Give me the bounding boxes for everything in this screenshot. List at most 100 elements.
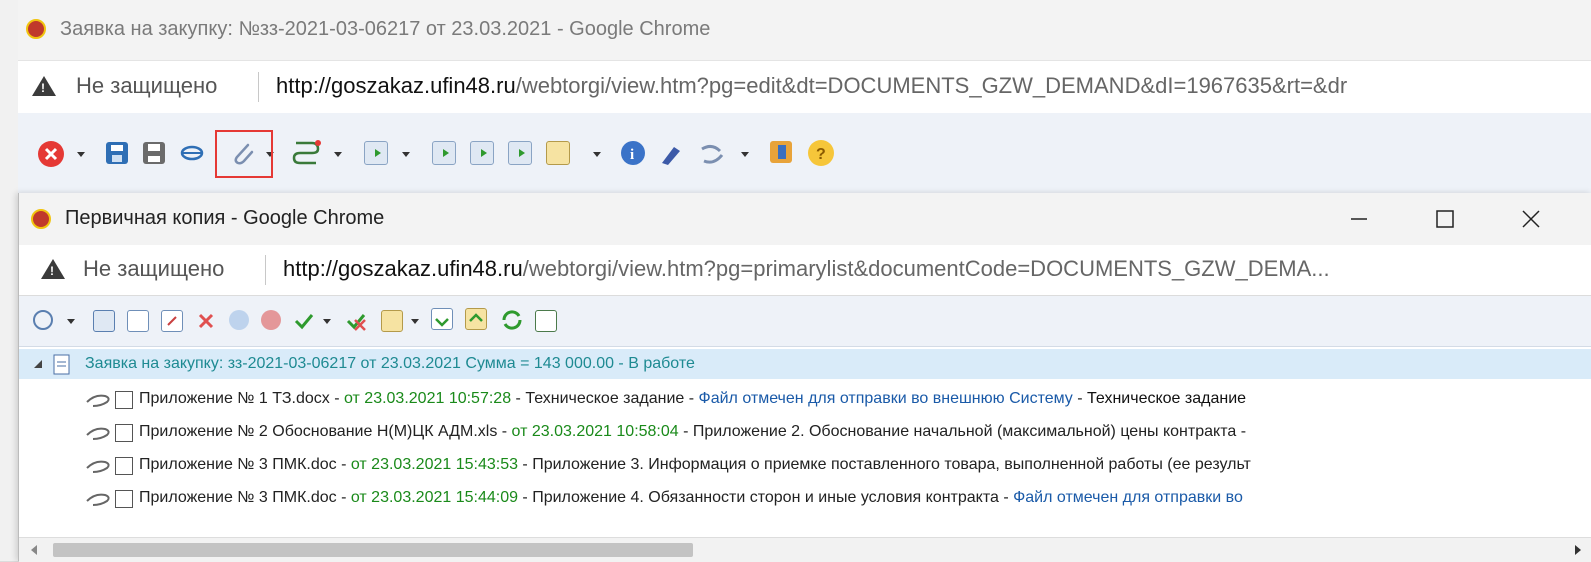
file-name: Приложение № 3 ПМК.doc (139, 456, 337, 473)
expand-table-icon[interactable] (535, 310, 557, 332)
separator: - (329, 390, 344, 407)
close-red-icon[interactable] (38, 141, 64, 167)
separator: - (517, 456, 533, 473)
tools-icon[interactable] (698, 141, 726, 167)
help-icon[interactable]: ? (808, 140, 834, 166)
security-label[interactable]: Не защищено (83, 256, 224, 282)
attachment-highlight-box (215, 130, 273, 178)
outer-address-bar[interactable]: Не защищено http://goszakaz.ufin48.ru/we… (18, 60, 1591, 114)
chevron-down-icon[interactable] (334, 152, 342, 157)
approve-check-icon[interactable] (293, 310, 315, 332)
tree-row[interactable]: Приложение № 3 ПМК.doc - от 23.03.2021 1… (19, 450, 1591, 480)
url-path: /webtorgi/view.htm?pg=edit&dt=DOCUMENTS_… (515, 73, 1348, 98)
separator: - (511, 390, 526, 407)
row-text[interactable]: Приложение № 2 Обоснование Н(М)ЦК АДМ.xl… (139, 417, 1246, 447)
file-name: Приложение № 1 ТЗ.docx (139, 390, 330, 407)
route-icon[interactable] (290, 137, 324, 167)
exit-door-icon[interactable] (770, 141, 792, 163)
url-host: http://goszakaz.ufin48.ru (276, 73, 516, 98)
chevron-down-icon[interactable] (323, 319, 331, 324)
chevron-down-icon[interactable] (402, 152, 410, 157)
inner-title-bar: Первичная копия - Google Chrome (19, 193, 1591, 245)
file-flag: Файл отмечен для отправки во внешнюю Сис… (698, 390, 1073, 407)
warning-icon[interactable] (32, 76, 56, 96)
security-label[interactable]: Не защищено (76, 73, 217, 99)
chevron-down-icon[interactable] (77, 152, 85, 157)
inner-address-bar[interactable]: Не защищено http://goszakaz.ufin48.ru/we… (19, 245, 1591, 296)
horizontal-scrollbar[interactable] (19, 537, 1591, 562)
view-document-icon[interactable] (93, 310, 115, 332)
document-forward-icon[interactable] (508, 141, 532, 165)
tree-root-row[interactable]: Заявка на закупку: зз-2021-03-06217 от 2… (19, 349, 1591, 379)
tree-row[interactable]: Приложение № 2 Обоснование Н(М)ЦК АДМ.xl… (19, 417, 1591, 447)
chevron-down-icon[interactable] (67, 319, 75, 324)
document-edit-icon[interactable] (546, 141, 570, 165)
file-name: Приложение № 2 Обоснование Н(М)ЦК АДМ.xl… (139, 423, 498, 440)
select-checkbox[interactable] (115, 424, 133, 442)
maximize-button[interactable] (1423, 201, 1467, 237)
tree-row[interactable]: Приложение № 1 ТЗ.docx - от 23.03.2021 1… (19, 384, 1591, 414)
inner-toolbar (19, 296, 1591, 347)
delete-icon[interactable] (195, 310, 217, 332)
scrollbar-thumb[interactable] (53, 543, 693, 557)
file-description: Техническое задание (525, 390, 685, 407)
separator: - (336, 456, 351, 473)
document-icon (53, 354, 70, 375)
outer-title-bar: Заявка на закупку: №зз-2021-03-06217 от … (18, 0, 1591, 60)
new-document-icon[interactable] (127, 310, 149, 332)
address-divider (258, 72, 259, 102)
separator: - (998, 489, 1014, 506)
outer-url[interactable]: http://goszakaz.ufin48.ru/webtorgi/view.… (276, 73, 1347, 99)
outer-window-title: Заявка на закупку: №зз-2021-03-06217 от … (60, 18, 711, 40)
document-export-icon[interactable] (364, 141, 388, 165)
edit-document-icon[interactable] (161, 310, 183, 332)
minimize-button[interactable] (1337, 201, 1381, 237)
document-forward-icon[interactable] (432, 141, 456, 165)
info-icon[interactable]: i (621, 141, 645, 165)
paperclip-icon (86, 394, 110, 407)
paperclip-icon (86, 493, 110, 506)
inner-url[interactable]: http://goszakaz.ufin48.ru/webtorgi/view.… (283, 256, 1330, 282)
url-path: /webtorgi/view.htm?pg=primarylist&docume… (522, 256, 1330, 281)
inner-browser-window: Первичная копия - Google Chrome Не защищ… (18, 193, 1591, 562)
paperclip-icon (86, 460, 110, 473)
reject-check-icon[interactable] (345, 310, 369, 332)
file-name: Приложение № 3 ПМК.doc (139, 489, 337, 506)
separator: - (497, 423, 512, 440)
file-description: Приложение 3. Информация о приемке поста… (532, 456, 1251, 473)
export-icon[interactable] (465, 308, 487, 330)
chevron-down-icon[interactable] (593, 152, 601, 157)
root-label[interactable]: Заявка на закупку: зз-2021-03-06217 от 2… (85, 349, 695, 379)
import-icon[interactable] (431, 308, 453, 330)
tree-row[interactable]: Приложение № 3 ПМК.doc - от 23.03.2021 1… (19, 483, 1591, 513)
select-checkbox[interactable] (115, 490, 133, 508)
chevron-down-icon[interactable] (741, 152, 749, 157)
paperclip-icon (86, 427, 110, 440)
scroll-right-icon[interactable] (1573, 544, 1583, 556)
collapse-triangle-icon[interactable] (33, 359, 43, 369)
warning-icon[interactable] (41, 259, 65, 279)
document-forward-icon[interactable] (470, 141, 494, 165)
separator: - (1072, 390, 1088, 407)
print-icon[interactable] (143, 142, 165, 164)
app-logo-icon (31, 209, 51, 229)
chevron-down-icon[interactable] (411, 319, 419, 324)
sign-icon[interactable] (658, 141, 684, 167)
url-host: http://goszakaz.ufin48.ru (283, 256, 523, 281)
scroll-left-icon[interactable] (29, 544, 39, 556)
file-description: Приложение 4. Обязанности сторон и иные … (532, 489, 999, 506)
link-icon[interactable] (180, 144, 204, 162)
globe-icon[interactable] (229, 310, 249, 330)
disable-icon[interactable] (261, 310, 281, 330)
document-edit-icon[interactable] (381, 310, 403, 332)
select-checkbox[interactable] (115, 457, 133, 475)
separator: - (684, 390, 699, 407)
row-text[interactable]: Приложение № 3 ПМК.doc - от 23.03.2021 1… (139, 483, 1243, 513)
close-button[interactable] (1509, 201, 1553, 237)
refresh-icon[interactable] (499, 308, 525, 332)
save-icon[interactable] (106, 142, 128, 164)
search-icon[interactable] (33, 310, 53, 330)
select-checkbox[interactable] (115, 391, 133, 409)
row-text[interactable]: Приложение № 3 ПМК.doc - от 23.03.2021 1… (139, 450, 1251, 480)
row-text[interactable]: Приложение № 1 ТЗ.docx - от 23.03.2021 1… (139, 384, 1246, 414)
